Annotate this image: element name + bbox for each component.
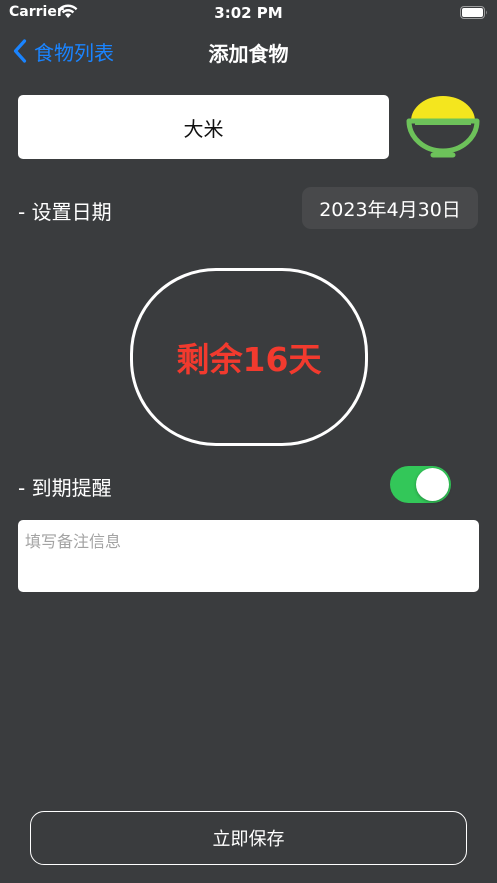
save-button[interactable]: 立即保存 <box>30 811 467 865</box>
date-value: 2023年4月30日 <box>319 198 461 221</box>
set-date-label: - 设置日期 <box>18 200 112 224</box>
status-bar: Carrier 3:02 PM <box>0 0 497 26</box>
rice-bowl-icon[interactable] <box>406 94 480 160</box>
date-picker[interactable]: 2023年4月30日 <box>302 187 478 229</box>
expiry-reminder-toggle[interactable] <box>390 466 451 503</box>
remaining-days-ring: 剩余16天 <box>130 268 368 446</box>
battery-icon <box>460 6 487 19</box>
add-food-screen: Carrier 3:02 PM 食物列表 添加食物 大米 - 设置日期 2023… <box>0 0 497 883</box>
remaining-days-text: 剩余16天 <box>176 340 322 379</box>
expiry-reminder-label: - 到期提醒 <box>18 476 112 500</box>
food-name-value: 大米 <box>183 116 224 141</box>
food-name-field[interactable]: 大米 <box>18 95 389 159</box>
page-title: 添加食物 <box>208 42 289 66</box>
toggle-knob <box>416 468 449 501</box>
notes-input[interactable] <box>18 520 479 592</box>
status-time: 3:02 PM <box>214 4 283 22</box>
